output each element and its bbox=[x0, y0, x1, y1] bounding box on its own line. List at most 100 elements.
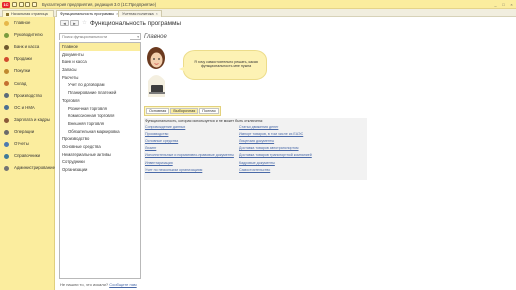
assistant-speech-bubble: Я хочу самостоятельно решать, какая функ… bbox=[179, 50, 267, 80]
search-box: ▾ bbox=[59, 33, 141, 40]
tab-label: Учетная политика bbox=[122, 12, 154, 16]
close-window-button[interactable]: × bbox=[509, 2, 514, 7]
forward-button[interactable]: ► bbox=[70, 20, 79, 26]
tree-item[interactable]: Расчеты bbox=[60, 74, 140, 82]
sidebar-item[interactable]: Банк и касса bbox=[0, 42, 55, 53]
mode-basic-button[interactable]: Основная bbox=[146, 108, 170, 114]
sidebar-item[interactable]: Администрирование bbox=[0, 163, 55, 174]
option-link[interactable]: Основные средства bbox=[145, 139, 178, 143]
sidebar-item-label: Справочники bbox=[14, 153, 41, 159]
section-icon bbox=[4, 57, 9, 63]
section-icon bbox=[4, 32, 9, 38]
sidebar-item-label: Продажи bbox=[14, 56, 32, 62]
tree-item[interactable]: Внешняя торговля bbox=[60, 120, 140, 128]
option-link[interactable]: Сопровождение данных bbox=[145, 125, 185, 129]
sidebar-item[interactable]: Справочники bbox=[0, 151, 55, 162]
tree-item[interactable]: Производство bbox=[60, 135, 140, 143]
sidebar-item[interactable]: Склад bbox=[0, 79, 55, 90]
back-button[interactable]: ◄ bbox=[60, 20, 69, 26]
section-icon bbox=[4, 153, 9, 159]
sidebar-item-label: Руководителю bbox=[14, 32, 43, 38]
sidebar-item[interactable]: Главное bbox=[0, 18, 55, 29]
window-controls: _ □ × bbox=[493, 2, 514, 7]
tab-home[interactable]: Начальная страница bbox=[2, 10, 54, 17]
sidebar-item-label: Отчеты bbox=[14, 141, 29, 146]
option-link[interactable]: Кадровые документы bbox=[239, 161, 275, 165]
tree-item[interactable]: Комиссионная торговля bbox=[60, 112, 140, 120]
mode-full-button[interactable]: Полная bbox=[199, 108, 219, 114]
main-panel: ◄ ► ☆ Функциональность программы ▾ Главн… bbox=[55, 17, 516, 290]
tree-item[interactable]: Основные средства bbox=[60, 143, 140, 151]
option-link[interactable]: Импорт товаров, в том числе из ЕАЭС bbox=[239, 132, 303, 136]
tree-item[interactable]: Обязательная маркировка bbox=[60, 128, 140, 136]
search-input[interactable] bbox=[60, 34, 130, 40]
history-icon[interactable] bbox=[31, 1, 37, 7]
tree-item[interactable]: Документы bbox=[60, 51, 140, 59]
tab-accounting-policy[interactable]: Учетная политика × bbox=[118, 10, 162, 17]
chevron-down-icon[interactable]: ▾ bbox=[137, 35, 139, 39]
minimize-button[interactable]: _ bbox=[493, 2, 498, 7]
app-logo: 1С bbox=[2, 1, 10, 8]
sidebar-item[interactable]: ОС и НМА bbox=[0, 103, 55, 114]
tree-item[interactable]: Розничная торговля bbox=[60, 105, 140, 113]
favorite-star-icon[interactable]: ☆ bbox=[82, 20, 87, 26]
sidebar-item-label: Покупки bbox=[14, 68, 31, 74]
mode-selective-button[interactable]: Выборочная bbox=[170, 108, 199, 114]
save-icon[interactable] bbox=[18, 1, 24, 7]
option-link[interactable]: Доставка товаров транспортной компанией bbox=[239, 153, 312, 157]
sidebar-item-label: Операции bbox=[14, 128, 35, 134]
sidebar-item[interactable]: Отчеты bbox=[0, 139, 55, 150]
sections-tree: Главное Документы Банк и касса Запасы Расчет… bbox=[59, 42, 141, 279]
tab-bar: Начальная страница Функциональность прог… bbox=[0, 9, 516, 17]
option-link[interactable]: Исполнительные и нормативно-правовые док… bbox=[145, 153, 234, 157]
option-link[interactable]: Учет по нескольким организациям bbox=[145, 168, 202, 172]
tree-item[interactable]: Организации bbox=[60, 166, 140, 174]
mode-switch: Основная Выборочная Полная bbox=[144, 106, 221, 116]
feedback-link[interactable]: Сообщите нам bbox=[109, 282, 136, 287]
section-icon bbox=[4, 141, 9, 147]
option-link[interactable]: Самостоятельство bbox=[239, 168, 270, 172]
sidebar-item[interactable]: Зарплата и кадры bbox=[0, 115, 55, 126]
option-link[interactable]: Производство bbox=[145, 132, 168, 136]
assistant-avatar-icon bbox=[147, 47, 165, 97]
sidebar-item[interactable]: Продажи bbox=[0, 54, 55, 65]
sidebar-item-label: Зарплата и кадры bbox=[14, 116, 50, 122]
tab-label: Функциональность программы bbox=[60, 12, 115, 16]
section-icon bbox=[4, 69, 9, 75]
sections-sidebar: Главное Руководителю Банк и касса Продажи По… bbox=[0, 17, 55, 290]
option-link[interactable]: Статьи движения денег bbox=[239, 125, 278, 129]
navigation-buttons: ◄ ► bbox=[60, 20, 79, 26]
section-title: Главное bbox=[144, 34, 167, 40]
home-icon bbox=[6, 12, 9, 16]
tree-item[interactable]: Торговля bbox=[60, 97, 140, 105]
tree-item[interactable]: Нематериальные активы bbox=[60, 151, 140, 159]
option-link[interactable]: Лицензия документы bbox=[239, 139, 274, 143]
options-caption: Функциональность, которая используется и… bbox=[145, 119, 263, 123]
tab-functionality[interactable]: Функциональность программы× bbox=[56, 10, 123, 17]
menu-icon[interactable] bbox=[12, 1, 17, 7]
sidebar-item-label: Склад bbox=[14, 80, 27, 86]
sidebar-item-label: Администрирование bbox=[14, 165, 55, 171]
title-toolbar bbox=[12, 1, 37, 7]
sidebar-item[interactable]: Покупки bbox=[0, 66, 55, 77]
assistant-text: Я хочу самостоятельно решать, какая функ… bbox=[194, 60, 258, 69]
tree-item[interactable]: Главное bbox=[60, 43, 140, 51]
tree-item[interactable]: Планирование платежей bbox=[60, 89, 140, 97]
print-icon[interactable] bbox=[25, 1, 30, 7]
option-link[interactable]: Лизинг bbox=[145, 146, 156, 150]
sidebar-item[interactable]: Производство bbox=[0, 91, 55, 102]
section-icon bbox=[4, 93, 9, 99]
tab-label: Начальная страница bbox=[11, 12, 48, 16]
tree-item[interactable]: Учет по договорам bbox=[60, 81, 140, 89]
sidebar-item-label: ОС и НМА bbox=[14, 104, 35, 110]
page-title: Функциональность программы bbox=[90, 19, 182, 27]
tree-item[interactable]: Банк и касса bbox=[60, 58, 140, 66]
sidebar-item[interactable]: Руководителю bbox=[0, 30, 55, 41]
option-link[interactable]: Доставка товаров автотранспортом bbox=[239, 146, 299, 150]
maximize-button[interactable]: □ bbox=[501, 2, 506, 7]
tree-item[interactable]: Сотрудники bbox=[60, 158, 140, 166]
option-link[interactable]: Инвентаризация bbox=[145, 161, 173, 165]
close-tab-icon[interactable]: × bbox=[156, 12, 158, 16]
tree-item[interactable]: Запасы bbox=[60, 66, 140, 74]
sidebar-item[interactable]: Операции bbox=[0, 127, 55, 138]
